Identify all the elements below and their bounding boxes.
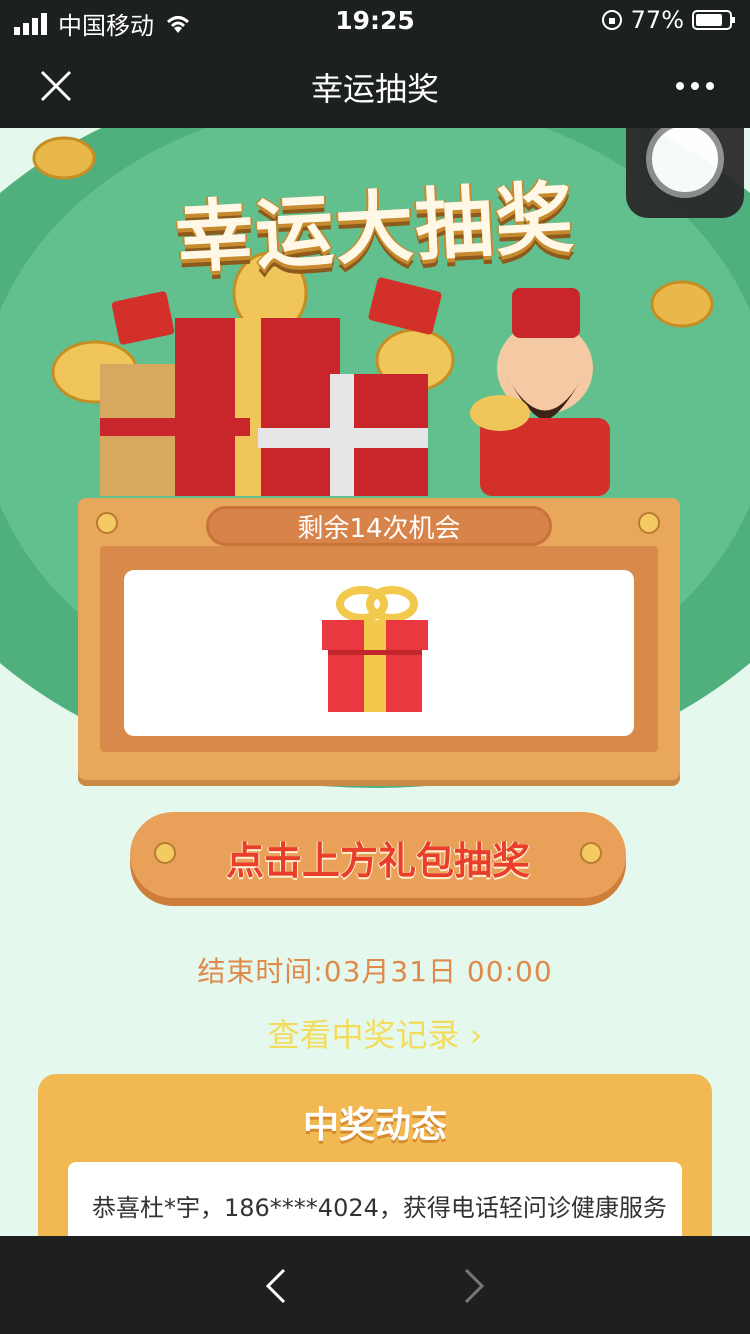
board-rivet: [638, 512, 660, 534]
view-records-link[interactable]: 查看中奖记录 ›: [0, 1010, 750, 1056]
more-icon[interactable]: [674, 80, 716, 92]
chances-remaining: 剩余14次机会: [206, 506, 552, 546]
battery-percent: 77%: [630, 6, 684, 34]
assistive-touch-icon: [646, 128, 724, 198]
browser-toolbar: [0, 1236, 750, 1334]
lottery-board: 剩余14次机会: [78, 498, 680, 780]
forward-arrow-icon[interactable]: [460, 1266, 490, 1306]
battery-icon: [692, 10, 735, 30]
winner-news-panel: 中奖动态 恭喜杜*宇，186****4024，获得电话轻问诊健康服务: [38, 1074, 712, 1236]
end-time: 结束时间:03月31日 00:00: [197, 955, 553, 988]
back-arrow-icon[interactable]: [260, 1266, 290, 1306]
gift-box-icon[interactable]: [322, 586, 432, 716]
winner-news-title: 中奖动态: [302, 1105, 447, 1146]
draw-button-label: 点击上方礼包抽奖: [225, 839, 530, 883]
orientation-lock-icon: [601, 10, 622, 30]
board-rivet: [96, 512, 118, 534]
winner-news-item: 恭喜杜*宇，186****4024，获得电话轻问诊健康服务: [92, 1194, 667, 1222]
winner-news-card: 恭喜杜*宇，186****4024，获得电话轻问诊健康服务: [68, 1162, 682, 1236]
lottery-content: 幸运大抽奖 剩余14次机会 点击上方礼包抽奖 结束时间:03月31日 00:00…: [0, 128, 750, 1236]
draw-button[interactable]: 点击上方礼包抽奖: [130, 812, 626, 898]
status-bar: 中国移动 19:25 77%: [0, 0, 750, 42]
assistive-touch-button[interactable]: [626, 128, 744, 218]
nav-bar: 幸运抽奖: [0, 42, 750, 128]
page-title: 幸运抽奖: [310, 70, 439, 108]
